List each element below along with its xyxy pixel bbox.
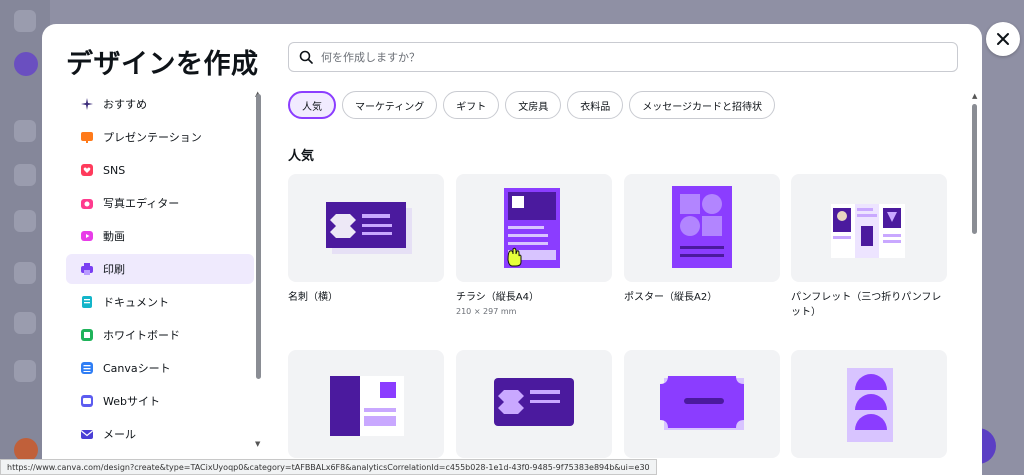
sidebar-item-label: 印刷 <box>103 263 125 276</box>
bg-home-icon <box>14 120 36 142</box>
mail-icon <box>81 428 93 440</box>
template-card-poster[interactable]: ポスター（縦長A2） <box>624 174 780 305</box>
content-scroll-up-arrow-icon[interactable]: ▲ <box>972 92 977 100</box>
chip-apparel[interactable]: 衣料品 <box>567 91 624 119</box>
status-bar-url: https://www.canva.com/design?create&type… <box>0 459 657 475</box>
flyer-thumbnail <box>456 174 612 282</box>
business-card-thumbnail <box>288 174 444 282</box>
sidebar-item-recommended[interactable]: おすすめ <box>66 89 254 119</box>
card-thumbnail <box>624 350 780 458</box>
whiteboard-icon <box>81 329 93 341</box>
search-box[interactable] <box>288 42 958 72</box>
content-scrollbar[interactable] <box>972 104 977 234</box>
camera-icon <box>81 197 93 209</box>
search-icon <box>299 50 313 64</box>
sidebar-item-website[interactable]: Webサイト <box>66 386 254 416</box>
sidebar-item-presentation[interactable]: プレゼンテーション <box>66 122 254 152</box>
template-card-pamphlet[interactable]: パンフレット（三つ折りパンフレット） <box>791 174 947 320</box>
template-card-row2-3[interactable] <box>624 350 780 466</box>
template-card-flyer[interactable]: チラシ（縦長A4） 210 × 297 mm <box>456 174 612 316</box>
card-thumbnail <box>288 350 444 458</box>
scroll-down-arrow-icon[interactable]: ▼ <box>255 440 260 448</box>
sidebar-item-label: プレゼンテーション <box>103 131 202 144</box>
chip-gift[interactable]: ギフト <box>443 91 500 119</box>
bg-brand-icon <box>14 262 36 284</box>
card-title: チラシ（縦長A4） <box>456 292 540 303</box>
sidebar-item-sns[interactable]: SNS <box>66 155 254 185</box>
create-design-dialog: デザインを作成 おすすめ プレゼンテーション SNS 写真エディター 動画 <box>42 24 982 475</box>
sheet-icon <box>81 362 93 374</box>
printer-icon <box>81 263 93 275</box>
search-input[interactable] <box>321 50 921 64</box>
sparkle-icon <box>81 98 93 110</box>
chip-stationery[interactable]: 文房具 <box>505 91 562 119</box>
bg-more-icon <box>14 360 36 382</box>
poster-thumbnail <box>624 174 780 282</box>
section-title: 人気 <box>288 149 315 164</box>
card-title: パンフレット（三つ折りパンフレット） <box>791 292 942 318</box>
presentation-icon <box>81 131 93 143</box>
sidebar-item-label: おすすめ <box>103 98 147 111</box>
heart-icon <box>81 164 93 176</box>
close-icon <box>997 33 1009 45</box>
sidebar-item-label: メール <box>103 428 136 441</box>
category-chips: 人気 マーケティング ギフト 文房具 衣料品 メッセージカードと招待状 <box>288 91 776 119</box>
sidebar-item-label: Webサイト <box>103 395 160 408</box>
document-icon <box>81 296 93 308</box>
dialog-title: デザインを作成 <box>66 49 259 80</box>
sidebar-item-label: SNS <box>103 163 126 177</box>
sidebar-item-document[interactable]: ドキュメント <box>66 287 254 317</box>
bg-templates-icon <box>14 210 36 232</box>
sidebar-item-label: ホワイトボード <box>103 329 180 342</box>
sidebar-scrollbar[interactable] <box>256 94 261 379</box>
chip-popular[interactable]: 人気 <box>288 91 336 119</box>
sidebar-item-label: 動画 <box>103 230 125 243</box>
close-button[interactable] <box>986 22 1020 56</box>
card-title: 名刺（横） <box>288 292 338 303</box>
sidebar-item-video[interactable]: 動画 <box>66 221 254 251</box>
chip-marketing[interactable]: マーケティング <box>342 91 438 119</box>
bg-projects-icon <box>14 164 36 186</box>
sidebar-item-label: Canvaシート <box>103 362 171 375</box>
pamphlet-thumbnail <box>791 174 947 282</box>
chip-cards-invitations[interactable]: メッセージカードと招待状 <box>629 91 776 119</box>
template-card-row2-1[interactable] <box>288 350 444 466</box>
sidebar-item-label: 写真エディター <box>103 197 180 210</box>
sidebar-item-photo-editor[interactable]: 写真エディター <box>66 188 254 218</box>
website-icon <box>81 395 93 407</box>
template-card-row2-4[interactable] <box>791 350 947 466</box>
sidebar-item-label: ドキュメント <box>103 296 169 309</box>
category-sidebar: おすすめ プレゼンテーション SNS 写真エディター 動画 印刷 ドキュメント <box>66 88 266 448</box>
card-thumbnail <box>456 350 612 458</box>
sidebar-item-mail[interactable]: メール <box>66 419 254 449</box>
sidebar-item-whiteboard[interactable]: ホワイトボード <box>66 320 254 350</box>
bg-create-icon <box>14 52 38 76</box>
card-title: ポスター（縦長A2） <box>624 292 718 303</box>
sidebar-item-canva-sheet[interactable]: Canvaシート <box>66 353 254 383</box>
bg-menu-icon <box>14 10 36 32</box>
video-icon <box>81 230 93 242</box>
sidebar-item-print[interactable]: 印刷 <box>66 254 254 284</box>
template-card-business-card[interactable]: 名刺（横） <box>288 174 444 305</box>
bg-apps-icon <box>14 312 36 334</box>
template-card-row2-2[interactable] <box>456 350 612 466</box>
card-dimensions: 210 × 297 mm <box>456 307 517 316</box>
card-thumbnail <box>791 350 947 458</box>
